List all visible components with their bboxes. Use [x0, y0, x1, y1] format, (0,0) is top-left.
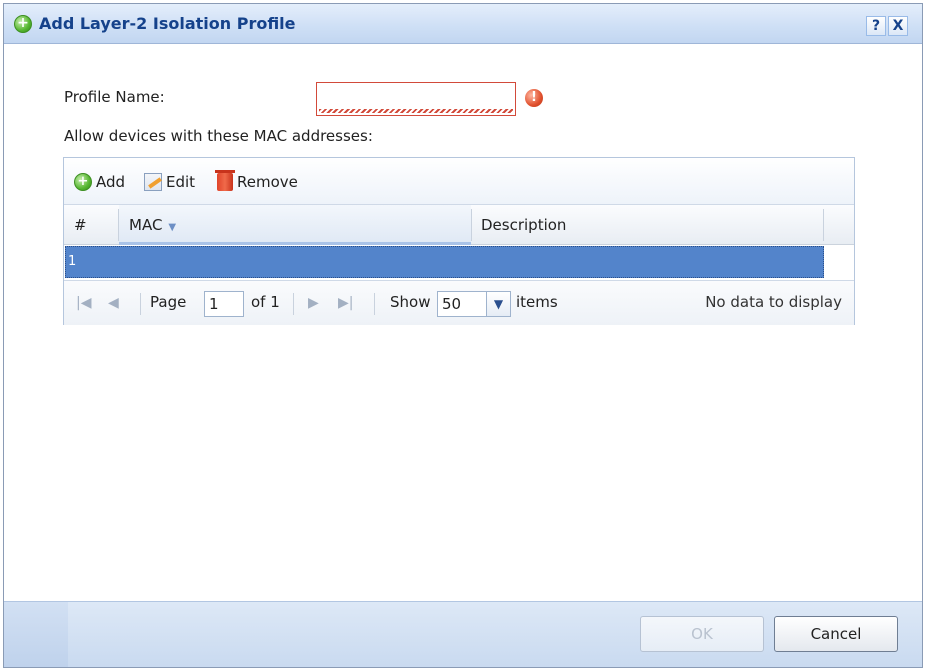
edit-label: Edit [166, 173, 196, 191]
grid-toolbar: + Add Edit Remove [64, 158, 854, 205]
chevron-down-icon[interactable]: ▼ [487, 291, 511, 317]
pager-divider [293, 293, 294, 315]
show-label: Show [390, 293, 431, 311]
dialog-titlebar[interactable]: + Add Layer-2 Isolation Profile ? X [4, 4, 922, 44]
add-icon: + [14, 15, 32, 33]
mac-address-grid: + Add Edit Remove # MAC ▼ Description 1 [63, 157, 855, 325]
row-index: 1 [68, 254, 77, 269]
trash-icon [215, 170, 235, 191]
sort-desc-icon: ▼ [168, 222, 177, 233]
items-label: items [516, 293, 558, 311]
pager-divider [140, 293, 141, 315]
column-divider [823, 209, 824, 241]
pagination-bar: |◀ ◀ Page 1 of 1 ▶ ▶| Show 50 ▼ items No… [64, 280, 854, 325]
page-count-label: of 1 [251, 293, 280, 311]
cancel-button[interactable]: Cancel [774, 616, 898, 652]
previous-page-icon[interactable]: ◀ [108, 295, 119, 311]
next-page-icon[interactable]: ▶ [308, 295, 319, 311]
add-icon: + [74, 173, 92, 191]
remove-button[interactable]: Remove [215, 170, 298, 193]
table-header: # MAC ▼ Description [64, 205, 854, 245]
add-button[interactable]: + Add [74, 171, 125, 193]
column-divider [471, 209, 472, 241]
items-per-page-select[interactable]: 50 [437, 291, 487, 317]
first-page-icon[interactable]: |◀ [76, 295, 91, 311]
error-icon: ! [525, 89, 543, 107]
validation-underline [319, 109, 513, 113]
add-profile-dialog: + Add Layer-2 Isolation Profile ? X Prof… [3, 3, 923, 668]
footer-panel [4, 602, 68, 667]
profile-name-field[interactable] [316, 82, 516, 116]
add-label: Add [96, 173, 126, 191]
page-label: Page [150, 293, 187, 311]
table-row[interactable]: 1 [65, 246, 824, 278]
column-header-description[interactable]: Description [481, 205, 811, 245]
ok-button[interactable]: OK [640, 616, 764, 652]
last-page-icon[interactable]: ▶| [338, 295, 353, 311]
profile-name-label: Profile Name: [64, 88, 165, 106]
edit-icon [144, 173, 162, 191]
close-button[interactable]: X [888, 16, 908, 36]
pager-divider [374, 293, 375, 315]
allow-mac-label: Allow devices with these MAC addresses: [64, 127, 373, 145]
mac-header-label: MAC [129, 216, 163, 234]
edit-button[interactable]: Edit [144, 171, 195, 193]
help-button[interactable]: ? [866, 16, 886, 36]
dialog-footer: OK Cancel [4, 601, 922, 667]
remove-label: Remove [237, 173, 298, 191]
dialog-title: Add Layer-2 Isolation Profile [39, 14, 296, 33]
column-header-mac[interactable]: MAC ▼ [119, 205, 471, 245]
column-header-index[interactable]: # [74, 205, 104, 245]
page-number-input[interactable]: 1 [204, 291, 244, 317]
pager-status: No data to display [705, 293, 842, 311]
